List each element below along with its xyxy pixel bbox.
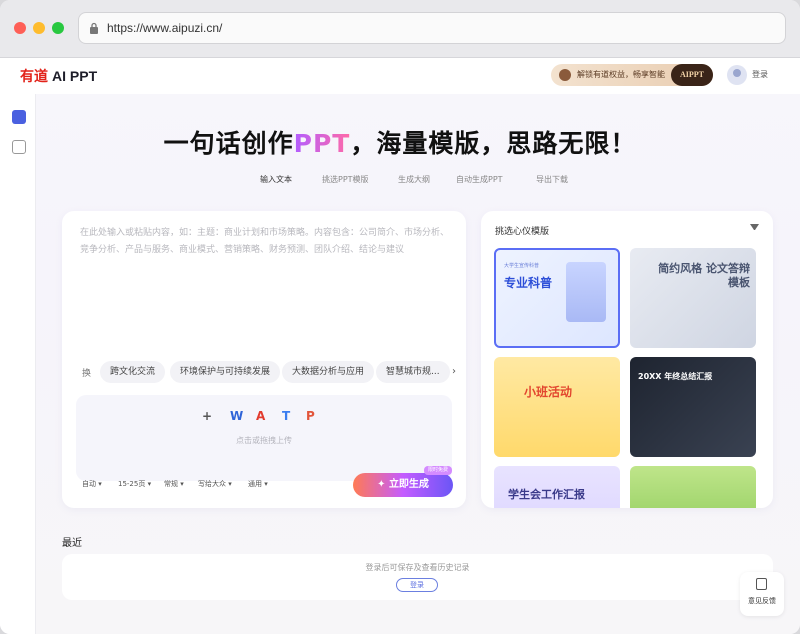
template-name: 专业科普: [504, 276, 553, 290]
promo-text: 解锁有道权益，畅享智能: [577, 70, 665, 79]
zoom-window-button[interactable]: [52, 22, 64, 34]
template-card[interactable]: 专业科普 大学生宣传科普: [494, 248, 620, 348]
browser-chrome: https://www.aipuzi.cn/: [0, 0, 800, 58]
address-bar[interactable]: https://www.aipuzi.cn/: [78, 12, 786, 44]
step-5: 导出下载: [536, 175, 568, 184]
word-file-icon: W: [230, 409, 244, 423]
title-part-ppt: PPT: [293, 129, 351, 158]
minimize-window-button[interactable]: [33, 22, 45, 34]
free-badge: 限时免费: [424, 466, 453, 475]
template-card[interactable]: 学生会工作汇报: [494, 466, 620, 508]
input-card: 在此处输入或粘贴内容，如：主题：商业计划和市场策略。内容包含：公司简介、市场分析…: [62, 211, 466, 508]
vip-icon: [559, 69, 571, 81]
step-1: 输入文本: [260, 175, 292, 184]
page-count-select[interactable]: 15-25页 ▾: [118, 479, 151, 489]
template-picker: 挑选心仪模版 专业科普 大学生宣传科普 简约风格 论文答辩模板 小班活动 20X…: [481, 211, 773, 508]
length-select[interactable]: 常规 ▾: [164, 479, 184, 489]
home-icon[interactable]: [12, 110, 26, 124]
logo[interactable]: 有道 AI PPT: [20, 66, 97, 86]
ppt-file-icon: P: [306, 409, 315, 423]
logo-product: AI PPT: [52, 68, 98, 84]
filter-icon[interactable]: [750, 224, 759, 233]
suggestion-tag[interactable]: 大数据分析与应用: [282, 361, 375, 383]
top-bar: 有道 AI PPT 解锁有道权益，畅享智能 AIPPT 登录: [0, 58, 800, 94]
mode-select[interactable]: 自动 ▾: [82, 479, 102, 489]
scene-value: 通用: [248, 480, 262, 488]
sidebar: [0, 94, 36, 634]
template-card[interactable]: 简约风格 论文答辩模板: [630, 248, 756, 348]
step-4: 自动生成PPT: [456, 175, 503, 184]
membership-promo[interactable]: 解锁有道权益，畅享智能 AIPPT: [551, 64, 713, 86]
template-section-title: 挑选心仪模版: [495, 227, 550, 237]
generate-button[interactable]: ✦ 立即生成: [353, 473, 453, 497]
length-value: 常规: [164, 480, 178, 488]
template-card[interactable]: 20XX 年终总结汇报: [630, 357, 756, 457]
scene-select[interactable]: 通用 ▾: [248, 479, 268, 489]
step-2: 挑选PPT模版: [322, 175, 369, 184]
feedback-label: 意见反馈: [748, 597, 776, 605]
page-title: 一句话创作PPT，海量模版，思路无限！: [0, 124, 800, 160]
avatar[interactable]: [727, 65, 747, 85]
template-name: 学生会工作汇报: [508, 488, 585, 501]
template-card[interactable]: [630, 466, 756, 508]
template-name: 20XX 年终总结汇报: [638, 372, 713, 381]
suggestion-tag[interactable]: 环境保护与可持续发展: [170, 361, 281, 383]
topic-suggestions: 换 跨文化交流 环境保护与可持续发展 大数据分析与应用 智慧城市规... ›: [76, 361, 456, 383]
generate-label: 立即生成: [388, 479, 429, 490]
promo-badge: AIPPT: [671, 64, 713, 86]
title-part-a: 一句话创作: [163, 129, 294, 158]
logo-brand: 有道: [20, 68, 48, 84]
login-button[interactable]: 登录: [396, 578, 438, 592]
chevron-right-icon[interactable]: ›: [452, 366, 456, 377]
template-subtitle: 大学生宣传科普: [504, 263, 540, 269]
text-file-icon: T: [282, 409, 291, 423]
browser-window: https://www.aipuzi.cn/ 有道 AI PPT 解锁有道权益，畅…: [0, 0, 800, 634]
template-card[interactable]: 小班活动: [494, 357, 620, 457]
upload-hint: 点击或拖拽上传: [236, 436, 292, 445]
file-upload-area[interactable]: + W A T P 点击或拖拽上传: [76, 395, 452, 481]
recent-section-title: 最近: [62, 538, 82, 549]
topic-input[interactable]: 在此处输入或粘贴内容，如：主题：商业计划和市场策略。内容包含：公司简介、市场分析…: [80, 225, 452, 259]
audience-select[interactable]: 写给大众 ▾: [198, 479, 232, 489]
progress-steps: 输入文本 挑选PPT模版 生成大纲 自动生成PPT 导出下载: [260, 174, 580, 188]
lock-icon: [90, 22, 98, 34]
app-page: 有道 AI PPT 解锁有道权益，畅享智能 AIPPT 登录 一句话创作PPT，海…: [0, 58, 800, 634]
template-name: 小班活动: [524, 385, 573, 399]
template-illustration: [566, 262, 606, 322]
audience-value: 写给大众: [198, 480, 226, 488]
template-name: 简约风格 论文答辩模板: [658, 262, 750, 289]
login-link[interactable]: 登录: [752, 69, 768, 80]
title-part-c: ，海量模版，思路无限！: [350, 129, 637, 158]
feedback-icon: [756, 578, 767, 590]
suggestion-tag[interactable]: 智慧城市规...: [376, 361, 450, 383]
upload-file-types: + W A T P: [202, 409, 332, 425]
suggestion-tag[interactable]: 跨文化交流: [100, 361, 166, 383]
history-hint: 登录后可保存及查看历史记录: [365, 563, 470, 572]
pdf-file-icon: A: [256, 409, 266, 423]
step-3: 生成大纲: [398, 175, 430, 184]
feedback-button[interactable]: 意见反馈: [740, 572, 784, 616]
url-text: https://www.aipuzi.cn/: [107, 21, 223, 35]
close-window-button[interactable]: [14, 22, 26, 34]
mode-value: 自动: [82, 480, 96, 488]
recent-history: 登录后可保存及查看历史记录 登录: [62, 554, 773, 600]
shuffle-button[interactable]: 换: [82, 366, 91, 379]
page-count-value: 15-25页: [118, 480, 146, 488]
add-file-icon[interactable]: +: [202, 409, 212, 423]
